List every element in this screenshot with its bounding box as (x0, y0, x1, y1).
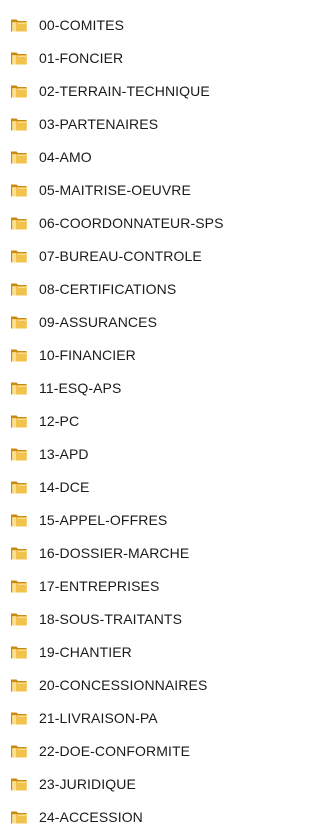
folder-row[interactable]: 15-APPEL-OFFRES (0, 503, 282, 536)
folder-row[interactable]: 01-FONCIER (0, 41, 282, 74)
folder-row[interactable]: 22-DOE-CONFORMITE (0, 734, 282, 767)
folder-row[interactable]: 10-FINANCIER (0, 338, 282, 371)
folder-name: 13-APD (39, 445, 89, 462)
folder-name: 17-ENTREPRISES (39, 577, 160, 594)
folder-name: 00-COMITES (39, 16, 125, 33)
folder-name: 02-TERRAIN-TECHNIQUE (39, 82, 210, 99)
folder-icon (10, 643, 28, 661)
folder-icon (10, 577, 28, 595)
folder-row[interactable]: 02-TERRAIN-TECHNIQUE (0, 74, 282, 107)
folder-icon (10, 742, 28, 760)
folder-name: 05-MAITRISE-OEUVRE (39, 181, 191, 198)
folder-name: 04-AMO (39, 148, 92, 165)
folder-row[interactable]: 20-CONCESSIONNAIRES (0, 668, 282, 701)
folder-name: 19-CHANTIER (39, 643, 132, 660)
folder-row[interactable]: 13-APD (0, 437, 282, 470)
folder-name: 20-CONCESSIONNAIRES (39, 676, 208, 693)
folder-name: 14-DCE (39, 478, 90, 495)
folder-row[interactable]: 24-ACCESSION (0, 800, 282, 833)
folder-icon (10, 511, 28, 529)
folder-name: 18-SOUS-TRAITANTS (39, 610, 183, 627)
folder-name: 06-COORDONNATEUR-SPS (39, 214, 224, 231)
folder-row[interactable]: 16-DOSSIER-MARCHE (0, 536, 282, 569)
folder-row[interactable]: 09-ASSURANCES (0, 305, 282, 338)
folder-icon (10, 16, 28, 34)
folder-icon (10, 775, 28, 793)
folder-icon (10, 676, 28, 694)
folder-name: 15-APPEL-OFFRES (39, 511, 168, 528)
folder-icon (10, 214, 28, 232)
folder-name: 24-ACCESSION (39, 808, 143, 825)
folder-icon (10, 412, 28, 430)
folder-row[interactable]: 04-AMO (0, 140, 282, 173)
folder-row[interactable]: 23-JURIDIQUE (0, 767, 282, 800)
folder-row[interactable]: 08-CERTIFICATIONS (0, 272, 282, 305)
folder-row[interactable]: 21-LIVRAISON-PA (0, 701, 282, 734)
folder-icon (10, 610, 28, 628)
folder-name: 08-CERTIFICATIONS (39, 280, 177, 297)
folder-icon (10, 379, 28, 397)
folder-icon (10, 478, 28, 496)
folder-icon (10, 247, 28, 265)
folder-row[interactable]: 18-SOUS-TRAITANTS (0, 602, 282, 635)
folder-name: 10-FINANCIER (39, 346, 136, 363)
folder-icon (10, 445, 28, 463)
folder-name: 16-DOSSIER-MARCHE (39, 544, 190, 561)
folder-row[interactable]: 06-COORDONNATEUR-SPS (0, 206, 282, 239)
folder-icon (10, 181, 28, 199)
folder-row[interactable]: 12-PC (0, 404, 282, 437)
folder-name: 11-ESQ-APS (39, 379, 122, 396)
folder-row[interactable]: 00-COMITES (0, 8, 282, 41)
folder-row[interactable]: 19-CHANTIER (0, 635, 282, 668)
folder-name: 09-ASSURANCES (39, 313, 158, 330)
folder-icon (10, 280, 28, 298)
folder-name: 23-JURIDIQUE (39, 775, 136, 792)
folder-icon (10, 115, 28, 133)
folder-row[interactable]: 05-MAITRISE-OEUVRE (0, 173, 282, 206)
folder-icon (10, 82, 28, 100)
folder-row[interactable]: 07-BUREAU-CONTROLE (0, 239, 282, 272)
folder-name: 21-LIVRAISON-PA (39, 709, 158, 726)
folder-name: 07-BUREAU-CONTROLE (39, 247, 202, 264)
folder-name: 22-DOE-CONFORMITE (39, 742, 191, 759)
folder-icon (10, 313, 28, 331)
folder-name: 03-PARTENAIRES (39, 115, 159, 132)
folder-row[interactable]: 11-ESQ-APS (0, 371, 282, 404)
folder-name: 12-PC (39, 412, 80, 429)
folder-icon (10, 148, 28, 166)
folder-name: 01-FONCIER (39, 49, 124, 66)
folder-row[interactable]: 14-DCE (0, 470, 282, 503)
folder-icon (10, 346, 28, 364)
folder-row[interactable]: 03-PARTENAIRES (0, 107, 282, 140)
folder-icon (10, 808, 28, 826)
folder-icon (10, 544, 28, 562)
folder-row[interactable]: 17-ENTREPRISES (0, 569, 282, 602)
folder-list: 00-COMITES 01-FONCIER 02-TERRAIN-TECHNIQUE… (0, 8, 282, 833)
folder-icon (10, 709, 28, 727)
folder-icon (10, 49, 28, 67)
